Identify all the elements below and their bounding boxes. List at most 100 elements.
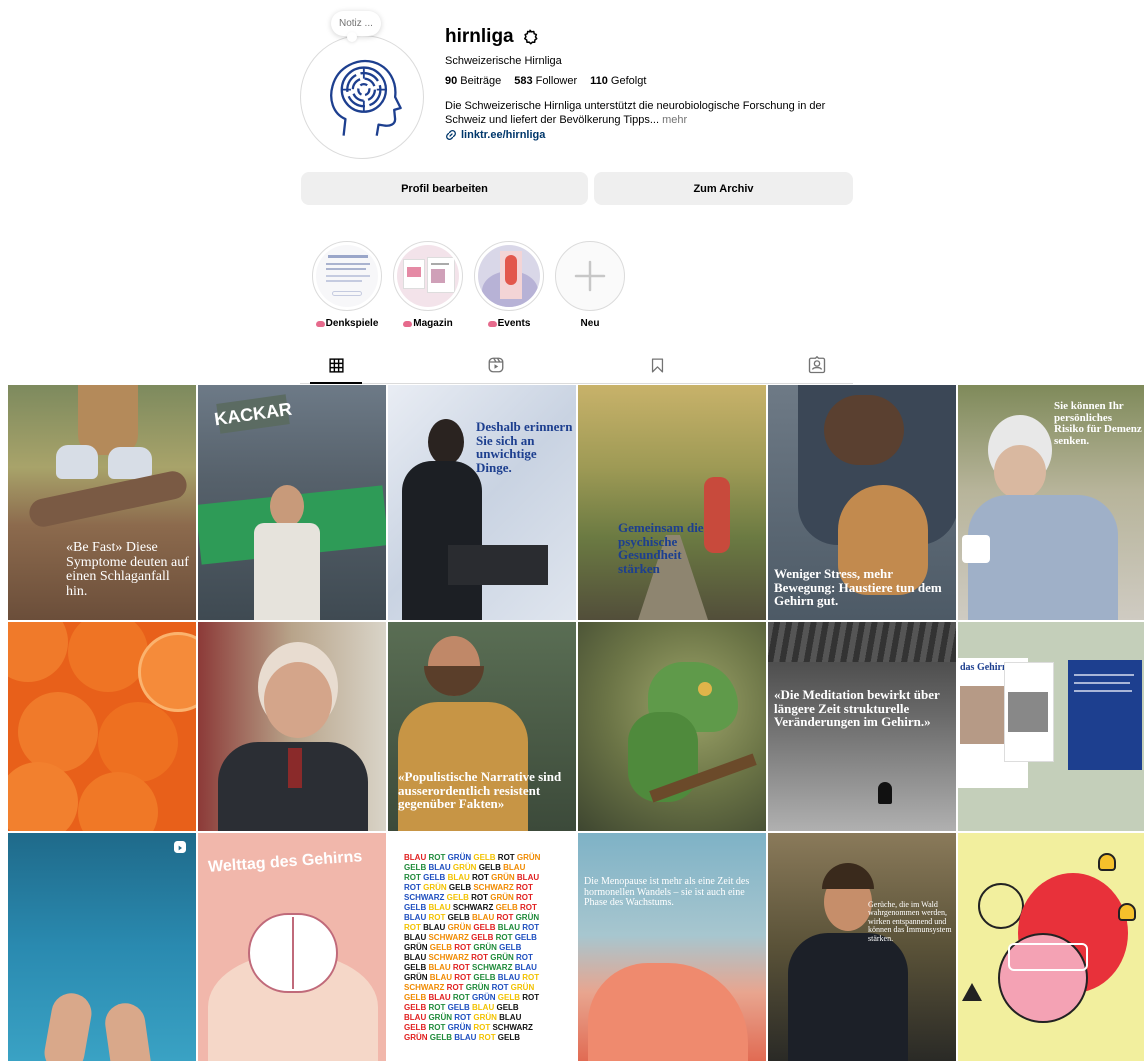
stroop-word: ROT	[404, 923, 424, 932]
profile-info: hirnliga Schweizerische Hirnliga 90 Beitr…	[445, 26, 865, 141]
stroop-word: GRÜN	[516, 853, 541, 862]
highlight-new[interactable]: Neu	[555, 241, 625, 329]
post-tile[interactable]	[198, 622, 386, 831]
highlight-label: Magazin	[413, 318, 453, 329]
post-tile[interactable]	[578, 622, 766, 831]
post-tile[interactable]	[958, 833, 1144, 1061]
stat-followers[interactable]: 583 Follower	[514, 75, 577, 87]
stroop-word: BLAU	[404, 933, 429, 942]
archive-button[interactable]: Zum Archiv	[594, 172, 853, 205]
highlight-thumbnail	[478, 245, 540, 307]
stroop-word: ROT	[520, 903, 537, 912]
post-tile[interactable]: Die Menopause ist mehr als eine Zeit des…	[578, 833, 766, 1061]
username: hirnliga	[445, 26, 514, 47]
profile-stats: 90 Beiträge 583 Follower 110 Gefolgt	[445, 75, 865, 87]
highlight-label: Neu	[580, 318, 600, 329]
stroop-word: GRÜN	[491, 873, 517, 882]
plus-icon	[574, 260, 606, 292]
stroop-word: BLAU	[516, 873, 540, 882]
stroop-word: ROT	[454, 973, 474, 982]
stroop-word: ROT	[491, 983, 511, 992]
tagged-icon	[808, 356, 826, 374]
stroop-word: GRÜN	[515, 913, 540, 922]
stroop-word: GRÜN	[473, 943, 500, 952]
stroop-word: BLAU	[497, 973, 523, 982]
stroop-word: SCHWARZ	[404, 893, 447, 902]
stroop-word: GELB	[423, 873, 448, 882]
stroop-word: GELB	[429, 943, 455, 952]
stroop-word: GELB	[447, 913, 473, 922]
bio: Die Schweizerische Hirnliga unterstützt …	[445, 99, 845, 127]
brain-icon	[315, 320, 325, 327]
tab-posts[interactable]	[327, 356, 345, 374]
bio-text: Die Schweizerische Hirnliga unterstützt …	[445, 100, 826, 126]
post-tile[interactable]	[8, 833, 196, 1061]
stroop-word: GRÜN	[472, 993, 498, 1002]
settings-gear-icon[interactable]	[521, 28, 539, 46]
stroop-word: GELB	[497, 993, 523, 1002]
post-tile[interactable]: «Die Meditation bewirkt über längere Zei…	[768, 622, 956, 831]
post-tile[interactable]: Weniger Stress, mehr Bewegung: Haustiere…	[768, 385, 956, 620]
post-tile[interactable]: Deshalb erinnern Sie sich an unwichtige …	[388, 385, 576, 620]
post-tile[interactable]: BLAU ROT GRÜN GELB ROT GRÜN GELB BLAU GR…	[388, 833, 576, 1061]
post-tile[interactable]: Gerüche, die im Wald wahrgenommen werden…	[768, 833, 956, 1061]
post-tile[interactable]: «Be Fast» Diese Symptome deuten auf eine…	[8, 385, 196, 620]
highlight-thumbnail	[316, 245, 378, 307]
stroop-word: GELB	[473, 923, 498, 932]
avatar[interactable]	[300, 35, 424, 159]
stroop-word: ROT	[516, 883, 533, 892]
stroop-word: GRÜN	[404, 973, 430, 982]
bio-more-link[interactable]: mehr	[662, 114, 687, 126]
edit-profile-button[interactable]: Profil bearbeiten	[301, 172, 588, 205]
stroop-line: GRÜN GELB ROT GRÜN GELB	[404, 943, 572, 953]
stroop-word: ROT	[495, 933, 515, 942]
stroop-line: GELB BLAU SCHWARZ GELB ROT	[404, 903, 572, 913]
stroop-word: SCHWARZ	[473, 883, 517, 892]
profile-link[interactable]: linktr.ee/hirnliga	[445, 129, 865, 141]
stroop-word: SCHWARZ	[492, 1023, 533, 1032]
post-tile[interactable]: «Populistische Narrative sind ausserorde…	[388, 622, 576, 831]
stroop-word: GRÜN	[447, 923, 474, 932]
tab-tagged[interactable]	[808, 356, 826, 374]
post-tile[interactable]: Sie können Ihr persönliches Risiko für D…	[958, 385, 1144, 620]
post-caption: «Be Fast» Diese Symptome deuten auf eine…	[66, 540, 189, 600]
stroop-word: GRÜN	[447, 853, 474, 862]
stroop-line: SCHWARZ GELB ROT GRÜN ROT	[404, 893, 572, 903]
stroop-word: BLAU	[514, 963, 537, 972]
reels-icon	[488, 357, 504, 373]
reel-indicator-icon	[174, 841, 186, 853]
stat-posts[interactable]: 90 Beiträge	[445, 75, 501, 87]
post-tile[interactable]: KACKAR	[198, 385, 386, 620]
stroop-line: SCHWARZ ROT GRÜN ROT GRÜN	[404, 983, 572, 993]
stroop-word: SCHWARZ	[472, 963, 515, 972]
highlight-denkspiele[interactable]: Denkspiele	[312, 241, 382, 329]
stroop-word: SCHWARZ	[428, 953, 472, 962]
stroop-word: ROT	[522, 973, 540, 982]
stroop-word: ROT	[473, 1023, 493, 1032]
stroop-word: GELB	[473, 973, 498, 982]
stroop-word: GRÜN	[404, 943, 430, 952]
stroop-word: GRÜN	[447, 1023, 474, 1032]
post-tile[interactable]: Gemeinsam die psychische Gesundheit stär…	[578, 385, 766, 620]
highlight-label: Events	[497, 318, 531, 329]
note-bubble[interactable]: Notiz ...	[331, 11, 381, 42]
stroop-word: GELB	[497, 1033, 521, 1042]
stroop-word: GELB	[495, 903, 521, 912]
stroop-word: BLAU	[447, 873, 473, 882]
stat-following[interactable]: 110 Gefolgt	[590, 75, 646, 87]
post-tile[interactable]	[8, 622, 196, 831]
tab-saved[interactable]	[648, 356, 666, 374]
stroop-word: ROT	[428, 1003, 448, 1012]
post-tile[interactable]: das Gehirn	[958, 622, 1144, 831]
stroop-word: ROT	[522, 993, 540, 1002]
hirnliga-logo-icon	[330, 60, 402, 136]
stroop-word: GELB	[404, 903, 429, 912]
bookmark-icon	[651, 357, 663, 373]
active-tab-indicator	[310, 382, 362, 384]
highlight-events[interactable]: Events	[474, 241, 544, 329]
tab-reels[interactable]	[487, 356, 505, 374]
post-tile[interactable]: Welttag des Gehirns	[198, 833, 386, 1061]
stroop-line: GRÜN BLAU ROT GELB BLAU ROT	[404, 973, 572, 983]
stroop-line: GELB BLAU ROT GRÜN GELB ROT	[404, 993, 572, 1003]
highlight-magazin[interactable]: Magazin	[393, 241, 463, 329]
